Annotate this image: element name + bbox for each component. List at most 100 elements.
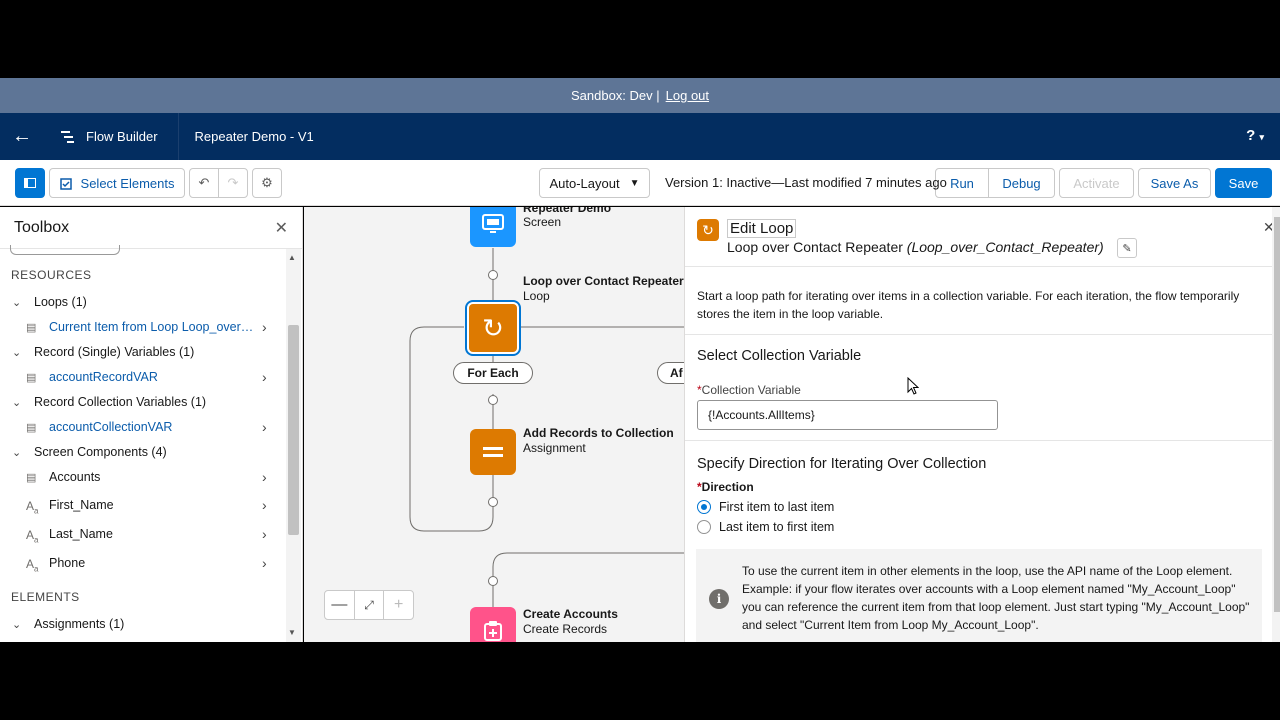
activate-label: Activate — [1073, 175, 1120, 191]
loop-icon: ↻ — [697, 219, 719, 241]
create-records-icon — [484, 621, 502, 641]
tree-group-record-collection[interactable]: ⌄ Record Collection Variables (1) — [0, 391, 286, 413]
text-field-icon: Aa — [26, 527, 39, 544]
flow-canvas[interactable]: Repeater Demo Screen ↻ Loop over Contact… — [304, 207, 684, 642]
edit-loop-panel: ↻ Edit Loop Loop over Contact Repeater (… — [684, 207, 1280, 642]
zoom-in-button[interactable]: + — [384, 591, 413, 619]
resource-item[interactable]: ▤ accountCollectionVAR › — [0, 416, 286, 438]
chevron-down-icon: ⌄ — [12, 446, 22, 459]
collection-variable-label: *Collection Variable — [697, 383, 801, 397]
connector-dot[interactable] — [488, 576, 498, 586]
resource-item[interactable]: Aa First_Name › — [0, 494, 286, 516]
panel-subtitle: Loop over Contact Repeater (Loop_over_Co… — [727, 239, 1104, 255]
select-elements-label: Select Elements — [80, 175, 175, 191]
letterbox-top — [0, 0, 1280, 78]
connector-dot[interactable] — [488, 270, 498, 280]
tree-group-label: Screen Components (4) — [34, 445, 167, 459]
auto-layout-select[interactable]: Auto-Layout ▼ — [539, 168, 650, 198]
chevron-right-icon: › — [262, 526, 267, 542]
toolbox-scroll-thumb[interactable] — [288, 325, 299, 535]
chevron-down-icon: ▾ — [1259, 132, 1264, 142]
chevron-right-icon: › — [262, 469, 267, 485]
tree-group-label: Record Collection Variables (1) — [34, 395, 207, 409]
tree-group-screen-components[interactable]: ⌄ Screen Components (4) — [0, 441, 286, 463]
resource-label: accountCollectionVAR — [49, 420, 173, 434]
after-last-label: Af — [657, 362, 684, 384]
direction-section-title: Specify Direction for Iterating Over Col… — [697, 456, 987, 472]
redo-button[interactable]: ↷ — [218, 168, 248, 198]
divider — [685, 334, 1273, 335]
toolbox-title: Toolbox — [14, 218, 70, 236]
chevron-down-icon: ▼ — [629, 177, 640, 189]
radio-unselected[interactable] — [697, 520, 711, 534]
app-name: Flow Builder — [86, 129, 158, 144]
screen-icon — [482, 214, 504, 233]
collection-variable-input[interactable]: {!Accounts.AllItems} — [697, 400, 998, 430]
help-icon: ? — [1246, 127, 1256, 144]
select-elements-button[interactable]: Select Elements — [49, 168, 185, 198]
direction-option-label: Last item to first item — [719, 520, 835, 534]
undo-button[interactable]: ↶ — [189, 168, 219, 198]
repeater-icon: ▤ — [26, 471, 37, 484]
resource-item[interactable]: ▤ accountRecordVAR › — [0, 366, 286, 388]
save-button[interactable]: Save — [1215, 168, 1272, 198]
record-icon: ▤ — [26, 371, 37, 384]
toolbox-header: Toolbox ✕ — [0, 207, 302, 249]
back-arrow-icon[interactable]: ← — [0, 125, 44, 148]
panel-header: ↻ Edit Loop Loop over Contact Repeater (… — [685, 207, 1275, 267]
chevron-right-icon: › — [262, 419, 267, 435]
resource-label: Phone — [49, 556, 86, 570]
panel-scroll-thumb[interactable] — [1274, 217, 1280, 612]
chevron-right-icon: › — [262, 555, 267, 571]
scroll-up-icon[interactable]: ▲ — [288, 253, 296, 262]
info-text: To use the current item in other element… — [742, 564, 1250, 632]
connector-dot[interactable] — [488, 395, 498, 405]
settings-button[interactable]: ⚙ — [252, 168, 282, 198]
assignment-node[interactable] — [470, 429, 516, 475]
screen-node[interactable] — [470, 207, 516, 247]
connector-dot[interactable] — [488, 497, 498, 507]
run-label: Run — [950, 175, 974, 191]
auto-layout-label: Auto-Layout — [549, 175, 620, 191]
resource-item[interactable]: Aa Last_Name › — [0, 523, 286, 545]
tree-group-record-single[interactable]: ⌄ Record (Single) Variables (1) — [0, 341, 286, 363]
tree-group-assignments[interactable]: ⌄ Assignments (1) — [0, 613, 286, 635]
resource-label: Accounts — [49, 470, 101, 484]
screen-node-title: Repeater Demo — [523, 207, 612, 215]
save-as-button[interactable]: Save As — [1138, 168, 1211, 198]
resource-label: accountRecordVAR — [49, 370, 158, 384]
app-header: ← Flow Builder Repeater Demo - V1 ? ▾ — [0, 113, 1280, 160]
info-callout: i To use the current item in other eleme… — [696, 549, 1262, 642]
scroll-down-icon[interactable]: ▼ — [288, 628, 296, 637]
loop-node[interactable]: ↻ — [467, 302, 519, 354]
help-menu[interactable]: ? ▾ — [1246, 127, 1264, 144]
direction-option-last[interactable]: Last item to first item — [697, 520, 834, 534]
edit-pencil-icon[interactable]: ✎ — [1117, 238, 1137, 258]
loop-variable-icon: ▤ — [26, 321, 37, 334]
resource-item[interactable]: Aa Phone › — [0, 552, 286, 574]
create-records-node[interactable] — [470, 607, 516, 642]
toggle-toolbox-button[interactable] — [15, 168, 45, 198]
direction-option-first[interactable]: First item to last item — [697, 500, 834, 514]
activate-button[interactable]: Activate — [1059, 168, 1134, 198]
resource-item[interactable]: ▤ Accounts › — [0, 466, 286, 488]
create-node-type: Create Records — [523, 622, 608, 636]
logout-link[interactable]: Log out — [666, 88, 709, 103]
tree-group-loops[interactable]: ⌄ Loops (1) — [0, 291, 286, 313]
element-api-name: (Loop_over_Contact_Repeater) — [906, 239, 1104, 255]
zoom-controls: — ⤢ + — [324, 590, 414, 620]
sandbox-label: Sandbox: Dev | — [570, 88, 660, 103]
debug-button[interactable]: Debug — [988, 168, 1055, 198]
close-icon[interactable]: ✕ — [275, 218, 288, 238]
screen-node-type: Screen — [523, 215, 562, 229]
search-input[interactable] — [10, 245, 120, 255]
tree-group-label: Assignments (1) — [34, 617, 125, 631]
zoom-out-button[interactable]: — — [325, 591, 355, 619]
resource-label: First_Name — [49, 498, 114, 512]
chevron-right-icon: › — [262, 369, 267, 385]
panel-toggle-icon — [24, 178, 36, 188]
resource-item[interactable]: ▤ Current Item from Loop Loop_over_... › — [0, 316, 286, 338]
save-label: Save — [1228, 175, 1259, 191]
radio-selected[interactable] — [697, 500, 711, 514]
fit-view-icon[interactable]: ⤢ — [355, 591, 385, 619]
